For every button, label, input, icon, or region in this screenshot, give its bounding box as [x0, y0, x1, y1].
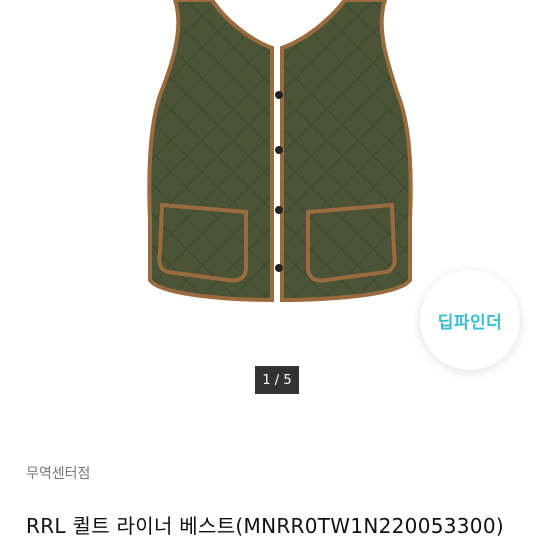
product-title: RRL 퀼트 라이너 베스트(MNRR0TW1N220053300): [26, 514, 504, 538]
deep-finder-badge[interactable]: 딥파인더: [420, 270, 520, 370]
seller-name[interactable]: 무역센터점: [26, 463, 90, 483]
image-page-indicator: 1 / 5: [255, 366, 299, 394]
product-detail-page: 딥파인더 1 / 5 무역센터점 RRL 퀼트 라이너 베스트(MNRR0TW1…: [0, 0, 554, 554]
deep-finder-label: 딥파인더: [437, 312, 503, 333]
